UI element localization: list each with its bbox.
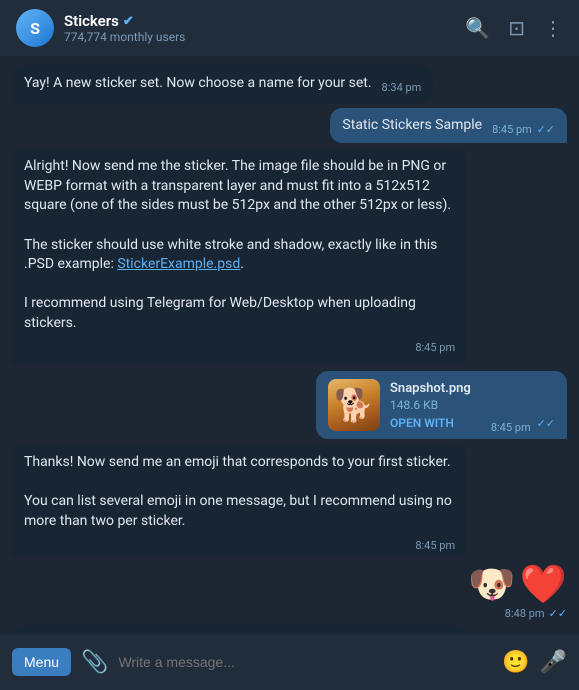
message-3: Alright! Now send me the sticker. The im…: [12, 149, 467, 365]
message-6-time-row: 8:48 pm ✓✓: [505, 607, 567, 620]
message-4-time: 8:45 pm: [491, 421, 531, 434]
message-6-emoji: 🐶: [468, 563, 515, 607]
header: S Stickers ✔ 774,774 monthly users 🔍 ⊡ ⋮: [0, 0, 579, 56]
mic-button[interactable]: 🎤: [540, 650, 567, 675]
header-icons: 🔍 ⊡ ⋮: [465, 16, 563, 40]
message-2-text: Static Stickers Sample: [342, 117, 482, 133]
read-tick-2: ✓✓: [537, 123, 555, 136]
message-3-p3: I recommend using Telegram for Web/Deskt…: [24, 294, 455, 333]
emoji-button[interactable]: 🙂: [502, 650, 529, 675]
chat-subtitle: 774,774 monthly users: [64, 30, 185, 44]
avatar: S: [16, 9, 54, 47]
input-bar: Menu 📎 🙂 🎤: [0, 634, 579, 690]
message-3-p1: Alright! Now send me the sticker. The im…: [24, 157, 455, 216]
read-tick-4: ✓✓: [537, 417, 555, 430]
sticker-example-link[interactable]: StickerExample.psd: [117, 256, 240, 272]
file-open-with[interactable]: OPEN WITH: [390, 416, 471, 430]
menu-button[interactable]: Menu: [12, 648, 71, 676]
message-6-emoji2: ❤️: [520, 563, 567, 607]
message-5-time: 8:45 pm: [415, 538, 455, 553]
message-2: Static Stickers Sample 8:45 pm ✓✓: [330, 108, 567, 144]
read-tick-6: ✓✓: [549, 607, 567, 620]
more-icon[interactable]: ⋮: [543, 16, 563, 40]
file-thumbnail: [328, 379, 380, 431]
message-input[interactable]: [118, 654, 492, 670]
message-2-time: 8:45 pm ✓✓: [492, 122, 555, 137]
file-name: Snapshot.png: [390, 381, 471, 396]
search-icon[interactable]: 🔍: [465, 16, 490, 40]
message-6-emoji-wrapper: 🐶 ❤️ 8:48 pm ✓✓: [12, 563, 567, 620]
message-5-p2: You can list several emoji in one messag…: [24, 492, 455, 531]
message-4-file: Snapshot.png 148.6 KB OPEN WITH 8:45 pm …: [316, 371, 567, 439]
message-6-time: 8:48 pm: [505, 607, 545, 620]
attach-icon[interactable]: 📎: [81, 650, 108, 675]
messages-area: Yay! A new sticker set. Now choose a nam…: [0, 56, 579, 634]
message-5: Thanks! Now send me an emoji that corres…: [12, 445, 467, 557]
message-6-emoji-row: 🐶 ❤️: [468, 563, 567, 607]
message-5-p1: Thanks! Now send me an emoji that corres…: [24, 453, 455, 473]
message-3-p2: The sticker should use white stroke and …: [24, 236, 455, 275]
message-1: Yay! A new sticker set. Now choose a nam…: [12, 66, 433, 102]
message-1-time: 8:34 pm: [382, 80, 422, 95]
header-left: S Stickers ✔ 774,774 monthly users: [16, 9, 185, 47]
file-info: Snapshot.png 148.6 KB OPEN WITH: [390, 381, 471, 430]
header-info: Stickers ✔ 774,774 monthly users: [64, 12, 185, 44]
layout-icon[interactable]: ⊡: [508, 16, 525, 40]
message-7: Congratulations. Stickers in the set: 1.…: [12, 626, 467, 634]
chat-title: Stickers ✔: [64, 12, 185, 30]
verified-icon: ✔: [123, 14, 134, 29]
message-1-text: Yay! A new sticker set. Now choose a nam…: [24, 75, 372, 91]
file-size: 148.6 KB: [390, 398, 471, 412]
message-3-time: 8:45 pm: [415, 340, 455, 355]
